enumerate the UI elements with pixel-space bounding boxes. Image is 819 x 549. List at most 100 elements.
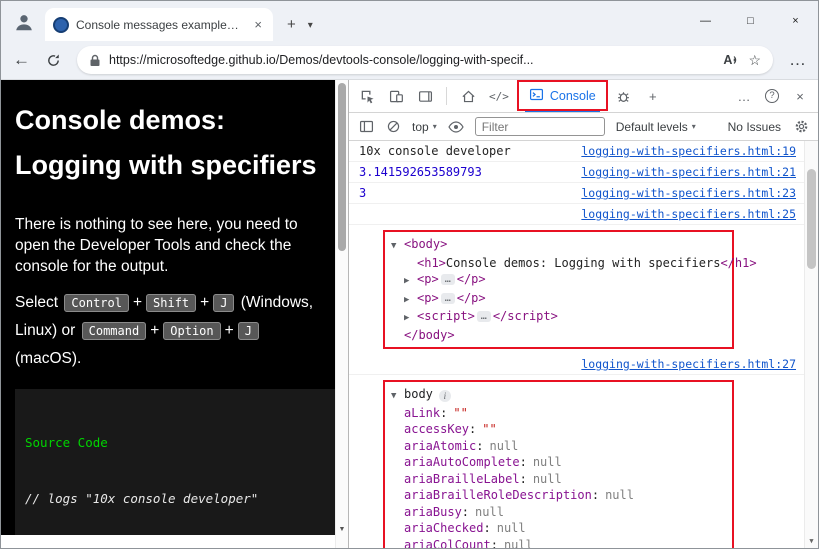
info-icon[interactable]: i <box>438 390 451 402</box>
console-scrollbar[interactable]: ▼ <box>804 141 818 548</box>
property-colon: : <box>483 521 491 535</box>
object-property-row[interactable]: ariaBusy: null <box>391 504 726 521</box>
tab-close-icon[interactable]: × <box>251 17 265 32</box>
favorite-star-icon[interactable]: ☆ <box>748 52 761 69</box>
new-tab-button[interactable]: + <box>287 16 296 33</box>
object-name: body <box>404 387 433 401</box>
code-line: // logs "10x console developer" <box>25 490 259 506</box>
tree-expand-arrow-icon[interactable]: ▼ <box>391 238 404 255</box>
more-tools-icon[interactable]: … <box>736 88 752 104</box>
key-control: Control <box>64 294 129 312</box>
device-emulation-icon[interactable] <box>388 88 404 104</box>
close-window-button[interactable]: × <box>773 1 818 41</box>
source-link[interactable]: logging-with-specifiers.html:25 <box>581 207 796 221</box>
console-settings-gear-icon[interactable] <box>793 119 809 135</box>
source-link[interactable]: logging-with-specifiers.html:27 <box>581 357 796 371</box>
read-aloud-button[interactable]: A <box>723 53 740 67</box>
tree-collapse-arrow-icon[interactable]: ▶ <box>404 273 417 290</box>
issues-bug-icon[interactable] <box>616 88 632 104</box>
welcome-home-icon[interactable] <box>460 88 476 104</box>
dom-tree-row[interactable]: <h1>Console demos: Logging with specifie… <box>391 255 757 272</box>
console-sidebar-icon[interactable] <box>358 119 374 135</box>
webpage-column: Console demos: Logging with specifiers T… <box>1 80 335 548</box>
log-levels-label: Default levels <box>615 119 688 134</box>
property-colon: : <box>591 488 600 502</box>
read-aloud-a: A <box>723 53 733 67</box>
page-scrollbar[interactable]: ▼ <box>335 80 348 548</box>
object-property-row[interactable]: accessKey: "" <box>391 421 726 438</box>
tree-collapse-arrow-icon[interactable]: ▶ <box>404 292 417 309</box>
dom-tree-row[interactable]: ▼ <body> <box>391 236 726 255</box>
source-link[interactable]: logging-with-specifiers.html:23 <box>581 186 796 200</box>
property-value: null <box>475 504 504 519</box>
minimize-button[interactable]: — <box>683 1 728 41</box>
elements-code-icon[interactable]: </> <box>489 88 509 104</box>
active-tab-underline <box>524 109 600 112</box>
dom-text: Console demos: Logging with specifiers <box>445 255 721 270</box>
browser-tab[interactable]: Console messages examples: Log × <box>45 8 273 41</box>
dock-side-icon[interactable] <box>417 88 433 104</box>
help-icon[interactable]: ? <box>764 88 780 104</box>
object-property-row[interactable]: ariaBrailleLabel: null <box>391 471 726 488</box>
issues-counter[interactable]: No Issues <box>728 120 781 134</box>
inspect-icon[interactable] <box>359 88 375 104</box>
ellipsis-expander[interactable]: … <box>440 274 455 285</box>
property-name: accessKey <box>404 422 470 436</box>
lock-icon[interactable] <box>89 54 101 67</box>
chevron-down-icon: ▾ <box>432 122 437 131</box>
console-scrollbar-thumb[interactable] <box>807 169 816 269</box>
settings-more-icon[interactable]: … <box>789 50 806 70</box>
tree-expand-arrow-icon[interactable]: ▼ <box>391 388 404 405</box>
back-button[interactable]: ← <box>13 50 30 70</box>
object-property-row[interactable]: ariaColCount: null <box>391 537 726 549</box>
ellipsis-expander[interactable]: … <box>476 311 491 322</box>
object-property-row[interactable]: ariaAtomic: null <box>391 438 726 455</box>
add-panel-icon[interactable]: + <box>645 88 661 104</box>
dom-tree-row[interactable]: ▶ <p>… </p> <box>391 271 726 290</box>
object-property-row[interactable]: ariaBrailleRoleDescription: null <box>391 487 726 504</box>
log-levels-selector[interactable]: Default levels ▾ <box>616 120 696 134</box>
console-message-text: 3.141592653589793 <box>359 165 482 179</box>
source-link[interactable]: logging-with-specifiers.html:21 <box>581 165 796 179</box>
devtools-panel: </> Console + … ? × top ▾ Filter Default… <box>348 80 818 548</box>
clear-console-icon[interactable] <box>385 119 401 135</box>
ellipsis-expander[interactable]: … <box>440 292 455 304</box>
dom-tag: <h1> <box>417 255 446 270</box>
context-selector[interactable]: top ▾ <box>412 120 437 134</box>
dom-tree-row[interactable]: ▶ <script>… </script> <box>391 308 726 327</box>
console-message-row: logging-with-specifiers.html:25 <box>349 204 804 225</box>
source-link[interactable]: logging-with-specifiers.html:19 <box>581 144 796 158</box>
dom-tree-row[interactable]: </body> <box>391 327 726 344</box>
live-expression-eye-icon[interactable] <box>448 119 464 135</box>
dom-tag: </h1> <box>720 255 757 270</box>
tree-collapse-arrow-icon[interactable]: ▶ <box>404 310 417 327</box>
browser-navbar: ← https://microsoftedge.github.io/Demos/… <box>1 41 818 80</box>
maximize-button[interactable]: □ <box>728 1 773 41</box>
plus-sign: + <box>224 322 234 339</box>
key-command: Command <box>81 322 147 340</box>
object-property-row[interactable]: ariaChecked: null <box>391 520 726 537</box>
property-colon: : <box>519 455 527 469</box>
url-text[interactable]: https://microsoftedge.github.io/Demos/de… <box>109 53 715 67</box>
filter-input[interactable] <box>474 117 605 136</box>
property-name: ariaChecked <box>404 521 484 535</box>
tab-console[interactable]: Console <box>516 80 608 112</box>
dom-tree-row[interactable]: ▶ <p>… </p> <box>391 290 726 309</box>
object-property-row[interactable]: aLink: "" <box>391 405 726 422</box>
dom-tag: </p> <box>456 290 486 305</box>
scroll-down-arrow-icon[interactable]: ▼ <box>336 526 348 533</box>
console-message-text: 3 <box>359 186 367 200</box>
object-property-row[interactable]: ariaAutoComplete: null <box>391 454 726 471</box>
close-devtools-icon[interactable]: × <box>792 88 808 104</box>
profile-avatar[interactable] <box>9 5 39 39</box>
address-bar[interactable]: https://microsoftedge.github.io/Demos/de… <box>77 46 773 74</box>
property-value: null <box>605 488 634 502</box>
content-area: Console demos: Logging with specifiers T… <box>1 80 818 548</box>
context-label: top <box>412 119 429 134</box>
object-header-row[interactable]: ▼ body i <box>391 386 726 405</box>
page-scrollbar-thumb[interactable] <box>338 83 346 251</box>
refresh-button[interactable] <box>46 53 61 68</box>
property-colon: : <box>490 537 498 549</box>
scroll-down-arrow-icon[interactable]: ▼ <box>805 537 818 545</box>
tab-list-chevron-icon[interactable]: ▾ <box>308 20 313 31</box>
